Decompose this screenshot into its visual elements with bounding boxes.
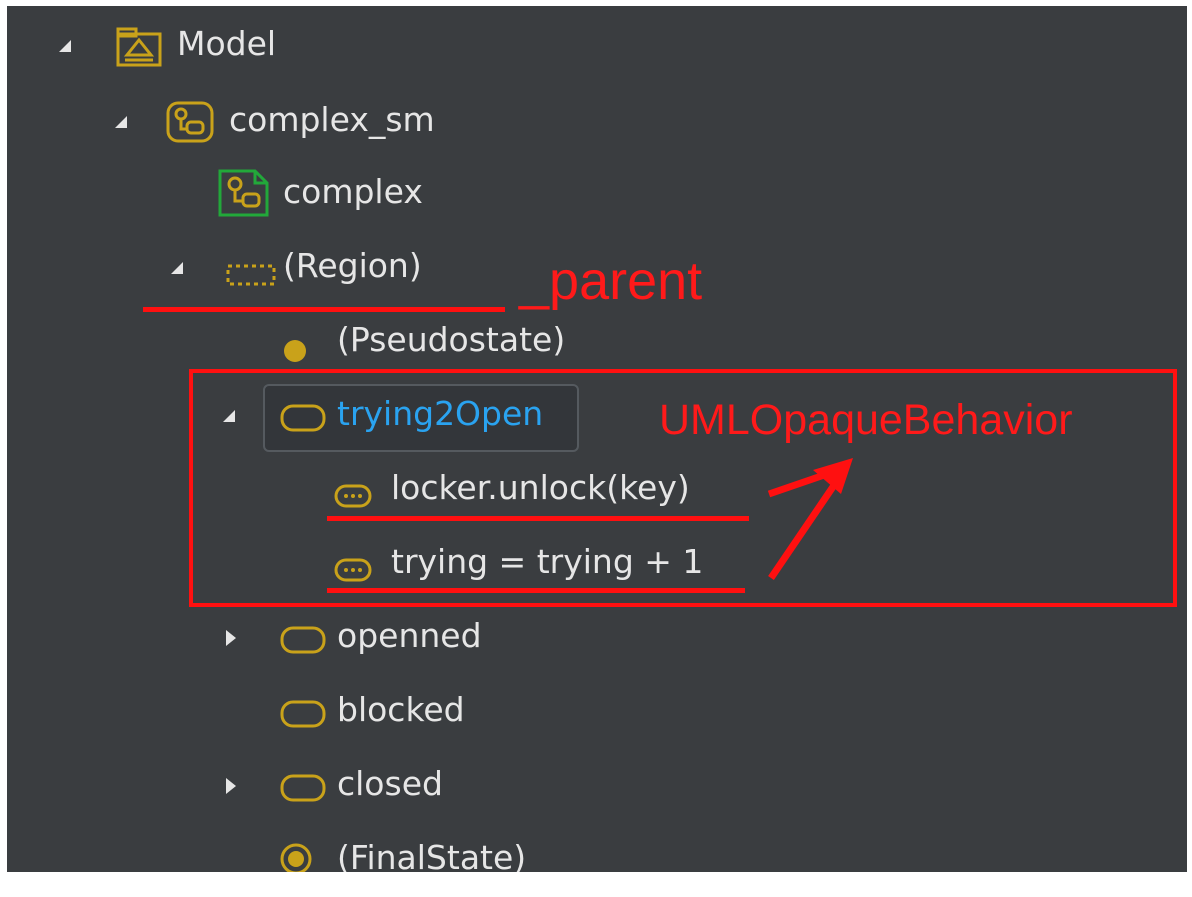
tree-node-finalstate[interactable]: (FinalState) [7, 826, 1187, 872]
tree-node-openned[interactable]: openned [7, 604, 1187, 672]
model-explorer-tree: Model complex_sm complex (Region) (Pseud… [7, 6, 1187, 872]
collapse-triangle-icon[interactable] [111, 112, 131, 132]
tree-node-label: (FinalState) [337, 838, 527, 872]
tree-node-label: closed [337, 764, 443, 803]
behavior2-underline [327, 588, 745, 593]
tree-node-label: complex_sm [229, 100, 435, 139]
tree-node-label: (Pseudostate) [337, 320, 566, 359]
parent-annotation: _parent [519, 251, 703, 311]
tree-node-complex-sm[interactable]: complex_sm [7, 88, 1187, 156]
state-icon [279, 624, 327, 663]
collapse-triangle-icon[interactable] [55, 36, 75, 56]
model-package-icon [115, 26, 163, 76]
state-diagram-icon [217, 168, 271, 226]
tree-node-label: blocked [337, 690, 465, 729]
tree-node-label: openned [337, 616, 482, 655]
tree-node-blocked[interactable]: blocked [7, 678, 1187, 746]
tree-node-label: (Region) [283, 246, 422, 285]
behavior-annotation: UMLOpaqueBehavior [659, 396, 1073, 444]
tree-node-pseudostate[interactable]: (Pseudostate) [7, 308, 1187, 376]
state-icon [279, 772, 327, 811]
tree-node-label: Model [177, 24, 277, 63]
state-icon [279, 698, 327, 737]
tree-node-complex-diagram[interactable]: complex [7, 160, 1187, 228]
state-machine-icon [165, 100, 215, 152]
initial-pseudostate-icon [283, 332, 307, 371]
tree-node-closed[interactable]: closed [7, 752, 1187, 820]
behavior1-underline [327, 516, 749, 521]
expand-triangle-icon[interactable] [221, 776, 241, 796]
tree-node-label: complex [283, 172, 423, 211]
region-icon [225, 256, 277, 295]
expand-triangle-icon[interactable] [221, 628, 241, 648]
final-state-icon [279, 842, 313, 872]
tree-node-model[interactable]: Model [7, 12, 1187, 80]
parent-underline [143, 307, 505, 312]
collapse-triangle-icon[interactable] [167, 258, 187, 278]
